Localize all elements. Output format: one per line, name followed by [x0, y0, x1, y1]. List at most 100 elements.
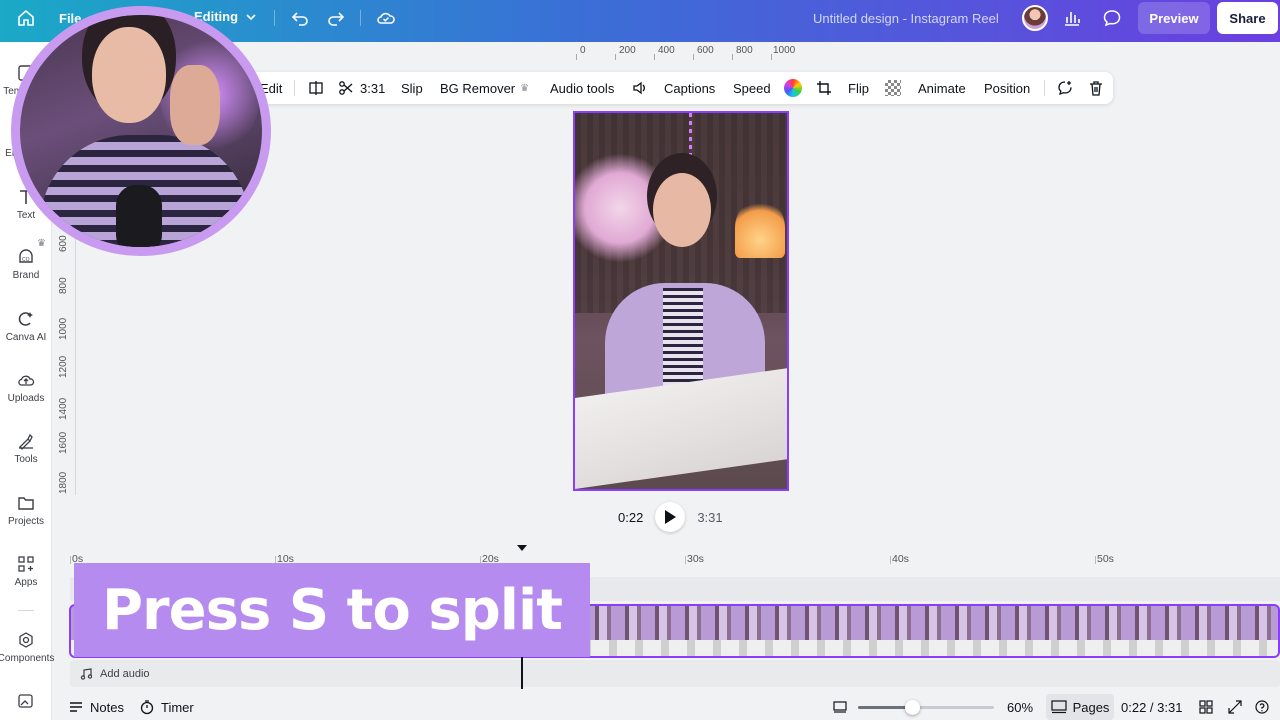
timeline-tick: 50s: [1097, 553, 1114, 565]
crown-icon: ♛: [520, 82, 530, 94]
sidebar-item-label: Canva AI: [5, 332, 47, 343]
sidebar-item-uploads[interactable]: Uploads: [0, 371, 52, 404]
flip-button[interactable]: Flip: [848, 72, 869, 104]
sidebar-item-brand[interactable]: ♛ CO Brand: [0, 238, 52, 281]
sidebar-item-components[interactable]: Components: [0, 631, 55, 664]
uploads-icon: [18, 375, 35, 386]
sidebar-item-projects[interactable]: Projects: [0, 494, 52, 527]
notes-button[interactable]: Notes: [68, 694, 124, 720]
scissors-icon: [339, 81, 353, 95]
sidebar-item-label: Components: [0, 653, 55, 664]
ruler-label: 1000: [773, 45, 796, 56]
sidebar-item-label: Tools: [14, 454, 38, 465]
design-title[interactable]: Untitled design - Instagram Reel: [813, 11, 999, 26]
cloud-saved-icon[interactable]: [376, 8, 396, 28]
add-comment-icon[interactable]: [1057, 72, 1073, 104]
duration: 3:31: [697, 509, 723, 525]
split-time: 3:31: [360, 80, 386, 96]
pages-button[interactable]: Pages: [1046, 694, 1114, 720]
preview-button[interactable]: Preview: [1138, 2, 1210, 34]
analytics-icon[interactable]: [1062, 8, 1082, 28]
context-toolbar: Edit 3:31 Slip BG Remover ♛ Audio tools …: [250, 72, 1113, 104]
left-ruler: 600 800 1000 1200 1400 1600 1800: [56, 230, 76, 495]
home-icon[interactable]: [14, 8, 38, 28]
playhead[interactable]: [521, 655, 523, 689]
sidebar-item-apps[interactable]: Apps: [0, 555, 52, 588]
slip-button[interactable]: Slip: [401, 72, 423, 104]
ruler-label: 1400: [58, 397, 69, 420]
brand-icon: CO: [19, 249, 33, 263]
notes-label: Notes: [90, 699, 124, 715]
comment-icon[interactable]: [1102, 8, 1122, 28]
fullscreen-icon[interactable]: [1227, 694, 1249, 720]
ruler-label: 600: [697, 45, 714, 56]
sidebar-item-label: Apps: [14, 577, 38, 588]
top-ruler: 0 200 400 600 800 1000: [576, 42, 806, 60]
sidebar-item-label: Text: [16, 210, 36, 221]
projects-icon: [18, 497, 34, 510]
color-picker-button[interactable]: [784, 72, 802, 104]
position-button[interactable]: Position: [984, 72, 1030, 104]
bg-remover-button[interactable]: BG Remover ♛: [440, 72, 529, 104]
zoom-slider-handle[interactable]: [905, 700, 921, 715]
current-time: 0:22: [618, 509, 644, 525]
sidebar-item-label: Uploads: [7, 393, 45, 404]
redo-icon[interactable]: [326, 8, 346, 28]
animate-button[interactable]: Animate: [918, 72, 966, 104]
timeline-tick: 30s: [687, 553, 704, 565]
bg-remover-label: BG Remover: [440, 80, 516, 96]
pages-label: Pages: [1072, 699, 1110, 715]
play-icon: [665, 510, 677, 524]
speed-button[interactable]: Speed: [733, 72, 771, 104]
canva-ai-icon: [18, 312, 33, 326]
zoom-value[interactable]: 60%: [1007, 694, 1033, 720]
add-audio-label: Add audio: [100, 667, 150, 680]
add-audio-row[interactable]: Add audio: [70, 660, 1280, 687]
sidebar-item-canva-ai[interactable]: Canva AI: [0, 310, 52, 343]
svg-text:CO: CO: [22, 257, 30, 263]
caption-text: Press S to split: [102, 577, 563, 643]
crop-icon[interactable]: [816, 72, 832, 104]
play-button[interactable]: [655, 502, 686, 532]
sidebar-item-magic[interactable]: [0, 692, 52, 710]
zoom-slider[interactable]: [858, 700, 994, 715]
ruler-label: 0: [580, 45, 586, 56]
reel-canvas[interactable]: [573, 111, 789, 491]
player-controls: 0:22 3:31: [618, 500, 723, 534]
timeline-tick: 40s: [892, 553, 909, 565]
notes-icon: [70, 702, 82, 712]
timer-icon: [140, 700, 154, 715]
transparency-button[interactable]: [885, 72, 901, 104]
ruler-label: 1800: [58, 471, 69, 494]
trash-icon[interactable]: [1088, 72, 1104, 104]
music-note-icon: [80, 667, 92, 680]
ruler-label: 800: [58, 277, 69, 294]
webcam-overlay: [11, 6, 271, 256]
volume-icon[interactable]: [632, 72, 648, 104]
ruler-label: 1000: [58, 317, 69, 340]
timer-label: Timer: [161, 699, 194, 715]
sidebar-item-tools[interactable]: Tools: [0, 432, 52, 465]
ruler-label: 1200: [58, 355, 69, 378]
undo-icon[interactable]: [290, 8, 310, 28]
ruler-label: 1600: [58, 431, 69, 454]
split-view-icon[interactable]: [308, 72, 324, 104]
image-sparkle-icon: [18, 694, 33, 708]
split-button[interactable]: 3:31: [338, 72, 385, 104]
page-view-icon[interactable]: [832, 694, 854, 720]
playhead-marker[interactable]: [517, 545, 527, 551]
timer-button[interactable]: Timer: [139, 694, 194, 720]
sidebar-item-label: Projects: [7, 516, 45, 527]
share-button[interactable]: Share: [1217, 2, 1278, 34]
help-icon[interactable]: [1254, 694, 1276, 720]
avatar[interactable]: [1022, 5, 1048, 31]
apps-icon: [18, 556, 34, 572]
grid-view-icon[interactable]: [1198, 694, 1220, 720]
tutorial-caption-overlay: Press S to split: [74, 563, 590, 657]
color-wheel-icon: [784, 79, 802, 97]
captions-button[interactable]: Captions: [664, 72, 715, 104]
ruler-label: 200: [619, 45, 636, 56]
video-frame: [575, 113, 787, 489]
time-readout: 0:22 / 3:31: [1121, 699, 1183, 715]
audio-tools-button[interactable]: Audio tools: [550, 72, 614, 104]
